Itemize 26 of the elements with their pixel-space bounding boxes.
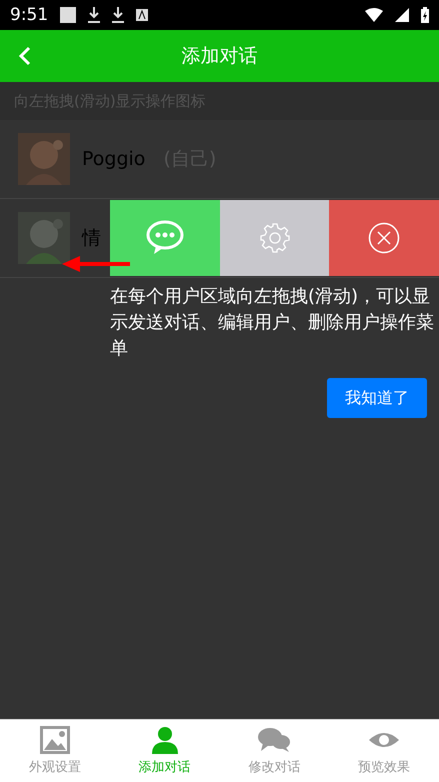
nav-tab[interactable]: 添加对话 bbox=[110, 720, 220, 782]
nav-tab[interactable]: 修改对话 bbox=[220, 720, 330, 782]
tutorial-text: 在每个用户区域向左拖拽(滑动)，可以显示发送对话、编辑用户、删除用户操作菜单 bbox=[110, 285, 435, 361]
chat-icon bbox=[146, 220, 184, 256]
signal-icon bbox=[395, 8, 409, 22]
download-icon bbox=[88, 7, 100, 23]
delete-action-button[interactable] bbox=[329, 200, 439, 276]
close-icon bbox=[368, 222, 400, 254]
download-icon bbox=[112, 7, 124, 23]
settings-action-button[interactable] bbox=[220, 200, 330, 276]
image-icon bbox=[40, 726, 70, 754]
nav-tab[interactable]: 预览效果 bbox=[329, 720, 439, 782]
arrow-icon bbox=[62, 254, 130, 274]
page-title: 添加对话 bbox=[182, 44, 258, 69]
nav-tab[interactable]: 外观设置 bbox=[0, 720, 110, 782]
keyboard-icon bbox=[136, 9, 148, 21]
chat-action-button[interactable] bbox=[110, 200, 220, 276]
battery-icon bbox=[421, 7, 429, 23]
person-icon bbox=[150, 726, 179, 754]
back-icon[interactable] bbox=[18, 46, 32, 66]
got-it-button[interactable]: 我知道了 bbox=[327, 378, 427, 418]
settings-icon bbox=[260, 223, 290, 253]
notification-icon bbox=[60, 7, 76, 23]
status-time: 9:51 bbox=[10, 5, 48, 25]
chat-icon bbox=[257, 726, 292, 754]
wifi-icon bbox=[365, 8, 383, 22]
